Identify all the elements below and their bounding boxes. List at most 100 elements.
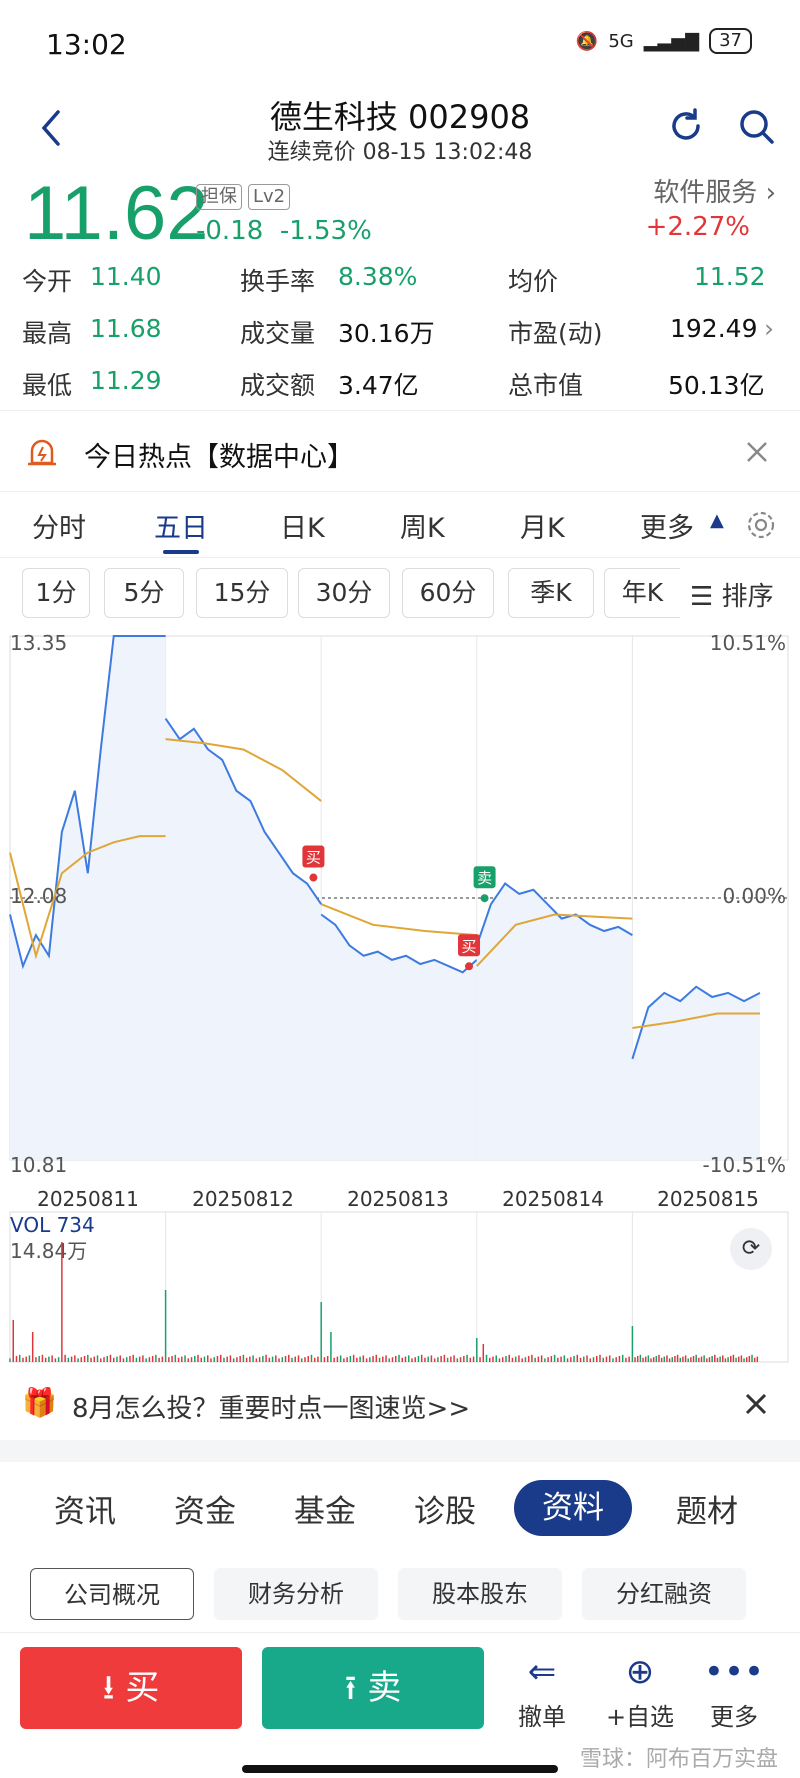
period-60m[interactable]: 60分 bbox=[402, 568, 494, 618]
price-area bbox=[476, 883, 633, 1160]
pct-min-label: -10.51% bbox=[703, 1153, 786, 1177]
more-dots-icon: ••• bbox=[703, 1652, 765, 1692]
watermark: 雪球：阿布百万实盘 bbox=[579, 1747, 778, 1772]
divider bbox=[0, 1440, 800, 1462]
chevron-right-icon[interactable]: › bbox=[764, 314, 774, 343]
sort-button[interactable]: ☰ 排序 bbox=[690, 576, 774, 613]
menu-icon: ☰ bbox=[690, 582, 714, 612]
price-area bbox=[321, 914, 477, 1160]
tab-themes[interactable]: 题材 bbox=[676, 1486, 738, 1531]
add-watchlist-button[interactable]: ⊕ +自选 bbox=[600, 1647, 680, 1732]
close-icon[interactable] bbox=[744, 439, 770, 465]
tab-profile[interactable]: 资料 bbox=[514, 1480, 632, 1536]
cancel-order-icon: ⇐ bbox=[527, 1652, 557, 1692]
promo-text: 8月怎么投？重要时点一图速览>> bbox=[72, 1394, 471, 1424]
triangle-up-icon[interactable]: ▲ bbox=[710, 510, 724, 531]
tab-daily-k[interactable]: 日K bbox=[280, 506, 325, 545]
pct-mid-label: 0.00% bbox=[722, 884, 786, 908]
last-price: 11.62 bbox=[24, 171, 209, 256]
subtab-dividends[interactable]: 分红融资 bbox=[582, 1568, 746, 1620]
rotate-icon[interactable]: ⟳ bbox=[730, 1228, 772, 1270]
sector-link[interactable]: 软件服务 › bbox=[653, 172, 776, 209]
volume-panel[interactable]: VOL 734 14.84万 ⟳ bbox=[0, 1208, 800, 1368]
close-icon[interactable] bbox=[744, 1392, 768, 1416]
subtab-financial-analysis[interactable]: 财务分析 bbox=[214, 1568, 378, 1620]
stats-row: 今开 11.40 换手率 8.38% 均价 11.52 bbox=[22, 262, 766, 296]
signal-icon: ▂▃▅▇ bbox=[643, 30, 700, 52]
refresh-icon[interactable] bbox=[664, 104, 708, 148]
volume-svg: VOL 734 14.84万 bbox=[9, 1211, 789, 1363]
margin-tag: 担保 bbox=[196, 184, 242, 210]
date-label: 20250815 bbox=[657, 1187, 759, 1208]
pct-max-label: 10.51% bbox=[710, 631, 786, 655]
period-15m[interactable]: 15分 bbox=[196, 568, 288, 618]
subtab-company-overview[interactable]: 公司概况 bbox=[30, 1568, 194, 1620]
period-30m[interactable]: 30分 bbox=[298, 568, 390, 618]
hot-topic-text: 今日热点【数据中心】 bbox=[84, 442, 354, 473]
y-mid-label: 12.08 bbox=[10, 884, 67, 908]
subtab-shareholders[interactable]: 股本股东 bbox=[398, 1568, 562, 1620]
y-max-label: 13.35 bbox=[10, 631, 67, 655]
date-label: 20250813 bbox=[347, 1187, 449, 1208]
trade-bar: ⭳ 买 ⭱ 卖 ⇐ 撤单 ⊕ +自选 ••• 更多 雪球：阿布百万实盘 bbox=[0, 1632, 800, 1778]
date-label: 20250811 bbox=[37, 1187, 139, 1208]
stats-row: 最低 11.29 成交额 3.47亿 总市值 50.13亿 bbox=[22, 366, 765, 400]
hot-topic-banner[interactable]: 今日热点【数据中心】 bbox=[0, 410, 800, 492]
tab-more[interactable]: 更多 bbox=[640, 506, 694, 545]
gear-icon[interactable] bbox=[744, 508, 778, 542]
date-label: 20250812 bbox=[192, 1187, 294, 1208]
info-tabs: 资讯 资金 基金 诊股 资料 题材 bbox=[0, 1462, 800, 1552]
quote-panel: 11.62 担保 Lv2 -0.18 -1.53% 软件服务 › +2.27% … bbox=[0, 171, 800, 410]
mute-icon: 🔕 bbox=[575, 30, 599, 52]
header: 德生科技 002908 连续竞价 08-15 13:02:48 bbox=[0, 92, 800, 172]
marker-label: 买 bbox=[306, 849, 321, 867]
tab-fund[interactable]: 基金 bbox=[294, 1486, 356, 1531]
promo-banner[interactable]: 🎁 8月怎么投？重要时点一图速览>> bbox=[0, 1370, 800, 1440]
status-bar: 13:02 🔕 5G ▂▃▅▇ 37 bbox=[0, 0, 800, 92]
cancel-order-button[interactable]: ⇐ 撤单 bbox=[502, 1647, 582, 1732]
chart-svg[interactable]: 13.35 12.08 10.81 10.51% 0.00% -10.51% 2… bbox=[0, 628, 800, 1211]
arrow-up-icon: ⭱ bbox=[344, 1668, 357, 1708]
y-min-label: 10.81 bbox=[10, 1153, 67, 1177]
level2-tag: Lv2 bbox=[248, 184, 291, 210]
tab-intraday[interactable]: 分时 bbox=[32, 506, 86, 545]
marker-dot bbox=[309, 873, 318, 882]
tab-news[interactable]: 资讯 bbox=[54, 1486, 116, 1531]
sector-change: +2.27% bbox=[645, 212, 750, 242]
avg-price-line bbox=[320, 903, 477, 937]
date-label: 20250814 bbox=[502, 1187, 604, 1208]
marker-dot bbox=[465, 962, 474, 971]
volume-max-label: 14.84万 bbox=[10, 1239, 87, 1263]
sell-button[interactable]: ⭱ 卖 bbox=[262, 1647, 484, 1729]
home-indicator bbox=[242, 1765, 558, 1773]
price-change: -0.18 -1.53% bbox=[196, 216, 372, 246]
tab-monthly-k[interactable]: 月K bbox=[520, 506, 565, 545]
volume-frame bbox=[9, 1211, 789, 1363]
search-icon[interactable] bbox=[734, 104, 778, 148]
marker-label: 买 bbox=[462, 937, 477, 955]
chart-tabs: 分时 五日 日K 周K 月K 更多 ▲ bbox=[0, 492, 800, 558]
price-area bbox=[165, 718, 322, 1160]
buy-button[interactable]: ⭳ 买 bbox=[20, 1647, 242, 1729]
period-5m[interactable]: 5分 bbox=[104, 568, 184, 618]
active-tab-indicator bbox=[163, 550, 199, 554]
more-button[interactable]: ••• 更多 bbox=[694, 1647, 774, 1732]
battery-icon: 37 bbox=[709, 28, 752, 54]
period-season-k[interactable]: 季K bbox=[508, 568, 594, 618]
stats-row: 最高 11.68 成交量 30.16万 市盈(动) 192.49 › bbox=[22, 314, 774, 348]
period-1m[interactable]: 1分 bbox=[22, 568, 90, 618]
chevron-right-icon: › bbox=[765, 178, 776, 208]
arrow-down-icon: ⭳ bbox=[102, 1668, 115, 1708]
marker-label: 卖 bbox=[477, 869, 492, 887]
network-label: 5G bbox=[608, 30, 634, 52]
tab-weekly-k[interactable]: 周K bbox=[400, 506, 445, 545]
tab-diagnosis[interactable]: 诊股 bbox=[414, 1486, 476, 1531]
five-day-chart[interactable]: 13.35 12.08 10.81 10.51% 0.00% -10.51% 2… bbox=[0, 628, 800, 1211]
tab-five-day[interactable]: 五日 bbox=[154, 506, 208, 545]
period-year-k[interactable]: 年K bbox=[604, 568, 680, 618]
tab-funds-flow[interactable]: 资金 bbox=[174, 1486, 236, 1531]
marker-dot bbox=[480, 894, 489, 903]
plus-circle-icon: ⊕ bbox=[625, 1652, 655, 1692]
period-selector: 1分 5分 15分 30分 60分 季K 年K ☰ 排序 bbox=[0, 558, 800, 628]
profile-subtabs: 公司概况 财务分析 股本股东 分红融资 bbox=[0, 1552, 800, 1632]
